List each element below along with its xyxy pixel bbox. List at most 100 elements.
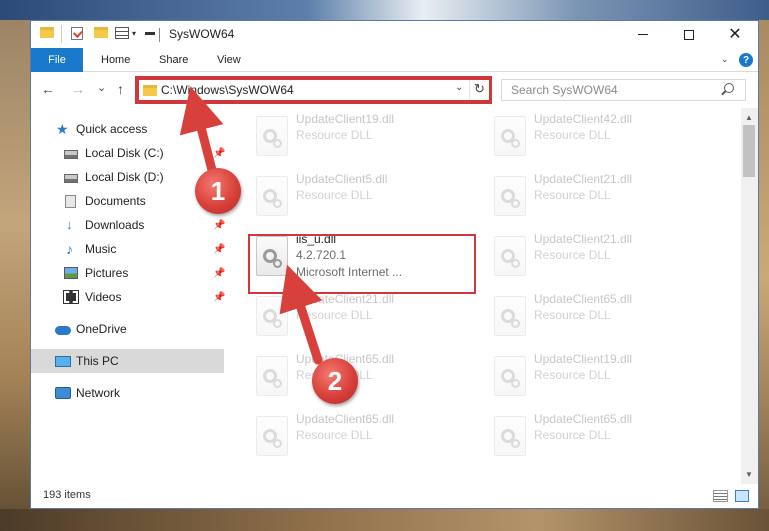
sidebar-item-label: Pictures — [85, 266, 129, 280]
folder-icon[interactable] — [40, 27, 54, 38]
disk-icon — [64, 149, 78, 159]
sidebar-item-pictures[interactable]: Pictures 📌 — [31, 261, 226, 285]
search-icon[interactable] — [724, 83, 734, 93]
dll-file-icon — [494, 116, 526, 156]
maximize-icon — [684, 29, 694, 40]
list-item[interactable]: UpdateClient21.dll Resource DLL — [489, 231, 713, 287]
sidebar-item-onedrive[interactable]: OneDrive — [31, 317, 224, 341]
up-button[interactable]: ↑ — [117, 81, 124, 97]
desktop-background-right — [759, 20, 769, 531]
list-item[interactable]: UpdateClient21.dll Resource DLL — [489, 171, 713, 227]
sidebar-item-local-disk-c[interactable]: Local Disk (C:) 📌 — [31, 141, 226, 165]
close-icon: ✕ — [728, 25, 742, 43]
file-description: Resource DLL — [534, 368, 611, 382]
search-input[interactable]: Search SysWOW64 — [501, 79, 746, 101]
file-list: UpdateClient19.dll Resource DLL UpdateCl… — [226, 108, 741, 484]
scroll-down-icon[interactable]: ▼ — [745, 470, 753, 479]
sidebar-item-label: Downloads — [85, 218, 145, 232]
pin-icon: 📌 — [213, 243, 226, 255]
dll-file-icon — [494, 176, 526, 216]
pin-icon: 📌 — [213, 147, 226, 159]
list-item[interactable]: UpdateClient65.dll Resource DLL — [489, 291, 713, 347]
tab-share[interactable]: Share — [159, 54, 188, 66]
list-item[interactable]: UpdateClient65.dll Resource DLL — [251, 411, 475, 467]
chevron-down-icon[interactable]: ▾ — [132, 29, 136, 38]
sidebar-item-this-pc[interactable]: This PC — [31, 349, 224, 373]
sidebar-item-downloads[interactable]: ↓ Downloads 📌 — [31, 213, 225, 237]
navigation-pane: ★ Quick access Local Disk (C:) 📌 Local D… — [31, 108, 226, 484]
view-options-icon[interactable] — [115, 27, 129, 39]
vertical-scrollbar[interactable]: ▲ ▼ — [741, 108, 758, 484]
disk-icon — [64, 173, 78, 183]
list-item[interactable]: UpdateClient42.dll Resource DLL — [489, 111, 713, 167]
dll-file-icon — [494, 296, 526, 336]
sidebar-item-quick-access[interactable]: ★ Quick access — [31, 117, 224, 141]
sidebar-item-label: OneDrive — [76, 322, 127, 336]
desktop-background-bottom — [0, 509, 769, 531]
callout-badge-2: 2 — [312, 358, 358, 404]
back-button[interactable]: ← — [41, 81, 55, 97]
scrollbar-thumb[interactable] — [743, 125, 755, 177]
file-description: Resource DLL — [534, 188, 611, 202]
address-highlight — [135, 76, 492, 104]
dll-file-icon — [494, 356, 526, 396]
dll-file-icon — [256, 416, 288, 456]
sidebar-item-network[interactable]: Network — [31, 381, 224, 405]
list-item[interactable]: UpdateClient65.dll Resource DLL — [251, 351, 475, 407]
videos-icon — [63, 290, 79, 304]
new-folder-icon[interactable] — [94, 27, 108, 38]
expand-ribbon-icon[interactable]: ⌄ — [721, 54, 729, 65]
help-icon[interactable]: ? — [739, 53, 753, 67]
list-item[interactable]: UpdateClient19.dll Resource DLL — [251, 111, 475, 167]
sidebar-item-label: Documents — [85, 194, 146, 208]
sidebar-item-videos[interactable]: Videos 📌 — [31, 285, 226, 309]
sidebar-item-label: Videos — [85, 290, 122, 304]
tab-file[interactable]: File — [31, 48, 83, 72]
scroll-up-icon[interactable]: ▲ — [745, 113, 753, 122]
file-description: Resource DLL — [534, 428, 611, 442]
large-icons-view-icon[interactable] — [735, 490, 749, 502]
maximize-button[interactable] — [666, 21, 712, 48]
cloud-icon — [55, 325, 71, 335]
list-item[interactable]: UpdateClient65.dll Resource DLL — [489, 411, 713, 467]
file-description: Resource DLL — [534, 248, 611, 262]
file-description: Resource DLL — [296, 128, 373, 142]
tab-home[interactable]: Home — [101, 54, 130, 66]
file-description: Resource DLL — [296, 428, 373, 442]
file-description: Resource DLL — [296, 308, 373, 322]
sidebar-item-music[interactable]: ♪ Music 📌 — [31, 237, 226, 261]
music-icon: ♪ — [66, 241, 73, 257]
pin-icon: 📌 — [213, 291, 226, 303]
minimize-button[interactable] — [620, 21, 666, 48]
details-view-icon[interactable] — [713, 490, 728, 502]
pin-icon: 📌 — [213, 267, 226, 279]
dll-file-icon — [256, 176, 288, 216]
file-highlight — [248, 234, 476, 294]
recent-locations-button[interactable]: ⌄ — [97, 80, 106, 96]
file-name: UpdateClient65.dll — [296, 412, 395, 426]
item-count: 193 items — [43, 489, 91, 501]
quick-access-divider — [61, 25, 62, 43]
callout-badge-1: 1 — [195, 168, 241, 214]
sidebar-item-label: Quick access — [76, 122, 148, 136]
pc-icon — [55, 355, 71, 367]
close-button[interactable]: ✕ — [712, 21, 758, 48]
dll-file-icon — [256, 296, 288, 336]
tab-view[interactable]: View — [217, 54, 241, 66]
file-name: UpdateClient19.dll — [534, 352, 633, 366]
list-item[interactable]: UpdateClient5.dll Resource DLL — [251, 171, 475, 227]
desktop-background-left — [0, 20, 30, 531]
properties-icon[interactable] — [71, 27, 83, 40]
list-item[interactable]: UpdateClient21.dll Resource DLL — [251, 291, 475, 347]
window-title: SysWOW64 — [169, 27, 235, 41]
status-bar: 193 items — [31, 484, 758, 508]
file-description: Resource DLL — [296, 188, 373, 202]
customize-toolbar-icon[interactable]: ▬ — [145, 27, 155, 38]
sidebar-item-label: Music — [85, 242, 117, 256]
forward-button[interactable]: → — [71, 81, 85, 97]
list-item[interactable]: UpdateClient19.dll Resource DLL — [489, 351, 713, 407]
desktop-background-top — [0, 0, 769, 20]
file-name: UpdateClient21.dll — [534, 172, 633, 186]
star-icon: ★ — [56, 121, 69, 137]
file-description: Resource DLL — [534, 308, 611, 322]
